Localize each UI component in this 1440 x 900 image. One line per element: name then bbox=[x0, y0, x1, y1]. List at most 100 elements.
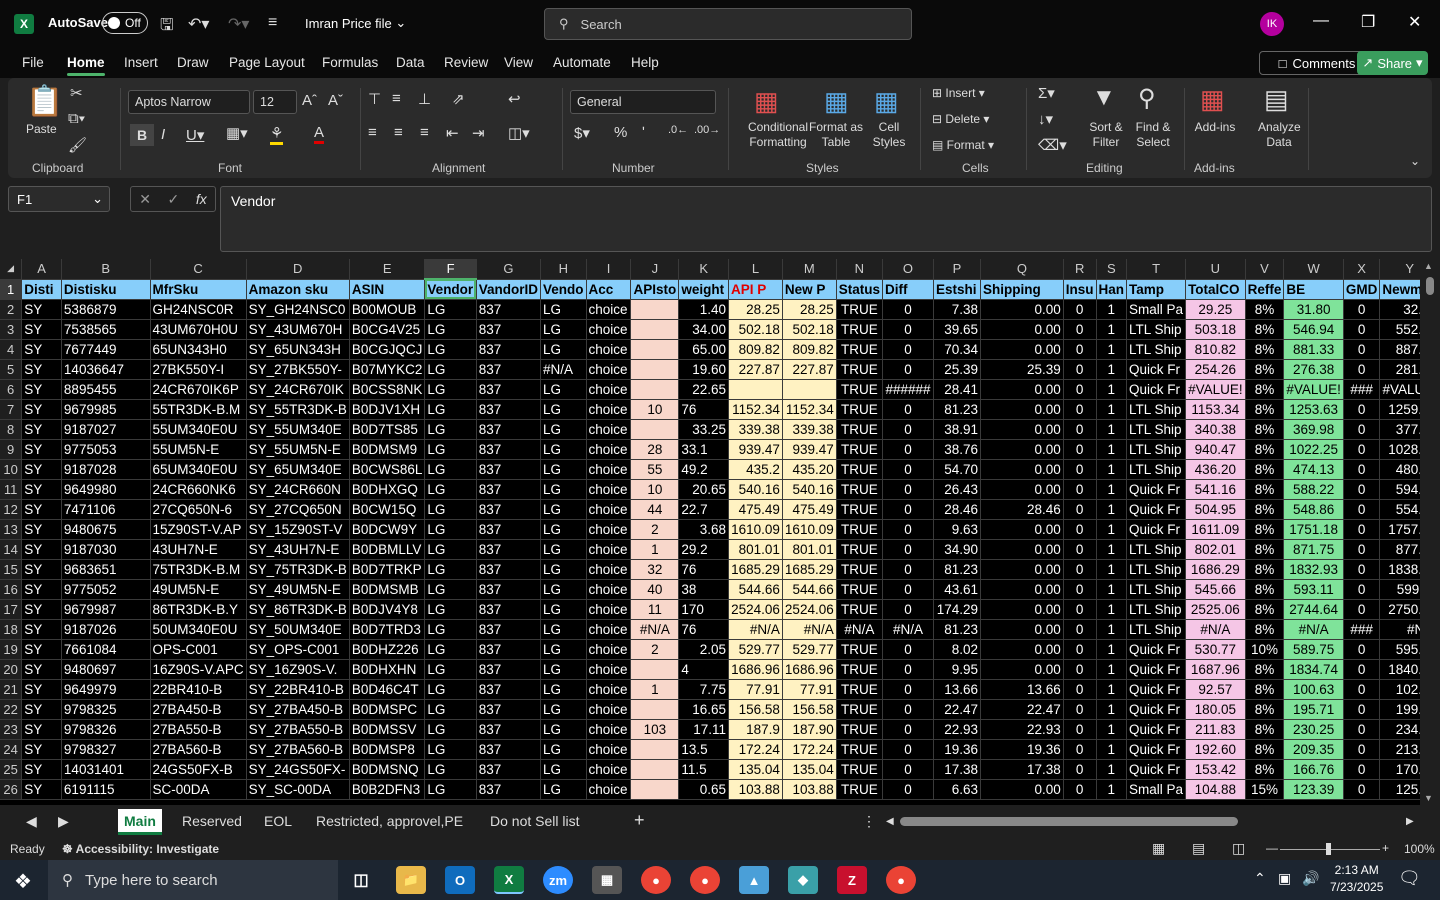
select-all-corner[interactable]: ◢ bbox=[0, 259, 23, 280]
cell[interactable]: 19.36 bbox=[933, 739, 982, 760]
cell[interactable]: LG bbox=[424, 539, 477, 560]
cell[interactable]: 837 bbox=[476, 479, 542, 500]
column-header[interactable]: B bbox=[61, 259, 151, 280]
cell[interactable]: LG bbox=[540, 619, 587, 640]
cell[interactable]: TRUE bbox=[836, 479, 884, 500]
cell[interactable]: 55UM5N-E bbox=[150, 439, 247, 460]
sheet-tab-restricted[interactable]: Restricted, approvel,PE bbox=[316, 813, 463, 829]
scroll-right-icon[interactable]: ▶ bbox=[1406, 816, 1414, 827]
cell[interactable]: 809.82 bbox=[782, 339, 837, 360]
cell[interactable]: B07MYKC2 bbox=[349, 359, 426, 380]
cell[interactable]: 211.83 bbox=[1185, 719, 1246, 740]
cell[interactable]: TRUE bbox=[836, 519, 884, 540]
cell[interactable]: 9.63 bbox=[933, 519, 982, 540]
cell[interactable]: 7.38 bbox=[933, 299, 982, 320]
cell[interactable]: B0DJV1XH bbox=[349, 399, 426, 420]
cell[interactable]: 8% bbox=[1245, 559, 1285, 580]
cell[interactable]: 38 bbox=[678, 579, 730, 600]
cell[interactable]: 837 bbox=[476, 439, 542, 460]
cell[interactable]: 0 bbox=[1343, 539, 1381, 560]
cell[interactable] bbox=[630, 359, 680, 380]
align-left-icon[interactable]: ≡ bbox=[368, 124, 377, 141]
cell[interactable]: 17.38 bbox=[933, 759, 982, 780]
cell[interactable] bbox=[728, 379, 783, 400]
column-header[interactable]: P bbox=[933, 259, 982, 280]
column-header[interactable]: W bbox=[1283, 259, 1344, 280]
cell[interactable]: TRUE bbox=[836, 299, 884, 320]
currency-icon[interactable]: $▾ bbox=[574, 124, 590, 142]
cell[interactable]: LG bbox=[540, 399, 587, 420]
cell[interactable]: SY_27CQ650N bbox=[246, 499, 350, 520]
cell[interactable]: 6.63 bbox=[933, 779, 982, 800]
cell[interactable]: LTL Ship bbox=[1126, 539, 1187, 560]
cell[interactable]: 881.33 bbox=[1283, 339, 1344, 360]
cell[interactable]: SY_86TR3DK-B bbox=[246, 599, 350, 620]
cell[interactable]: 76 bbox=[678, 399, 730, 420]
cell[interactable]: SY_55UM340E bbox=[246, 419, 350, 440]
cell[interactable]: 76 bbox=[678, 559, 730, 580]
cell[interactable]: LG bbox=[424, 499, 477, 520]
align-bottom-icon[interactable]: ⊥ bbox=[418, 90, 431, 108]
cell[interactable]: 0 bbox=[1063, 439, 1097, 460]
row-header[interactable]: 21 bbox=[0, 679, 23, 700]
cell[interactable]: LG bbox=[540, 739, 587, 760]
cell[interactable]: SY_55TR3DK-B bbox=[246, 399, 350, 420]
cell[interactable]: 837 bbox=[476, 759, 542, 780]
cell[interactable]: 837 bbox=[476, 779, 542, 800]
cell[interactable]: 939.47 bbox=[782, 439, 837, 460]
cell[interactable]: 22.47 bbox=[933, 699, 982, 720]
cell[interactable]: 8% bbox=[1245, 299, 1285, 320]
cell[interactable]: SY_43UM670H bbox=[246, 319, 350, 340]
cell[interactable]: 2744.64 bbox=[1283, 599, 1344, 620]
cell[interactable]: LG bbox=[424, 339, 477, 360]
cell[interactable]: SY_75TR3DK-B bbox=[246, 559, 350, 580]
cell[interactable]: 0 bbox=[1063, 779, 1097, 800]
insert-function-icon[interactable]: fx bbox=[196, 191, 207, 207]
maximize-icon[interactable]: ❐ bbox=[1361, 12, 1375, 32]
font-size-select[interactable]: 12 bbox=[253, 90, 297, 114]
cell[interactable]: 1 bbox=[1096, 579, 1128, 600]
cell[interactable]: SY bbox=[21, 499, 62, 520]
cell[interactable]: 0 bbox=[1063, 399, 1097, 420]
cell[interactable]: 837 bbox=[476, 359, 542, 380]
cell[interactable]: 0 bbox=[1063, 479, 1097, 500]
cell[interactable]: 0 bbox=[1343, 559, 1381, 580]
cell[interactable]: 0 bbox=[1343, 719, 1381, 740]
excel-taskbar-icon[interactable]: X bbox=[494, 866, 524, 894]
cell[interactable]: 38.76 bbox=[933, 439, 982, 460]
cell[interactable]: LG bbox=[540, 339, 587, 360]
cell[interactable]: 0 bbox=[1063, 639, 1097, 660]
column-header[interactable]: R bbox=[1063, 259, 1097, 280]
cell[interactable]: SC-00DA bbox=[150, 779, 247, 800]
scroll-up-icon[interactable]: ▲ bbox=[1424, 261, 1433, 271]
cell[interactable]: LG bbox=[424, 359, 477, 380]
menu-formulas[interactable]: Formulas bbox=[322, 55, 378, 70]
cell[interactable]: LG bbox=[424, 399, 477, 420]
cell[interactable]: choice bbox=[586, 699, 632, 720]
cell[interactable]: 502.18 bbox=[728, 319, 783, 340]
cell[interactable]: 369.98 bbox=[1283, 419, 1344, 440]
header-cell[interactable]: ASIN bbox=[349, 279, 426, 300]
cell[interactable]: TRUE bbox=[836, 359, 884, 380]
column-header[interactable]: K bbox=[678, 259, 730, 280]
cell[interactable]: SY bbox=[21, 459, 62, 480]
menu-data[interactable]: Data bbox=[396, 55, 425, 70]
cell[interactable]: 1 bbox=[630, 679, 680, 700]
cell[interactable]: #VALUE! bbox=[1185, 379, 1246, 400]
cell[interactable]: 546.94 bbox=[1283, 319, 1344, 340]
cell[interactable]: Quick Fr bbox=[1126, 479, 1187, 500]
cell[interactable]: 435.20 bbox=[782, 459, 837, 480]
column-header[interactable]: U bbox=[1185, 259, 1246, 280]
cell[interactable]: 76 bbox=[678, 619, 730, 640]
cell[interactable]: 0 bbox=[882, 479, 934, 500]
taskbar-search[interactable]: ⚲ Type here to search bbox=[48, 860, 338, 900]
cell[interactable]: 0 bbox=[882, 299, 934, 320]
cell[interactable]: SY_SC-00DA bbox=[246, 779, 350, 800]
cell[interactable]: 123.39 bbox=[1283, 779, 1344, 800]
cell[interactable]: 1153.34 bbox=[1185, 399, 1246, 420]
cell[interactable]: LG bbox=[424, 479, 477, 500]
cell[interactable]: 9187030 bbox=[61, 539, 151, 560]
cell[interactable] bbox=[630, 699, 680, 720]
cell[interactable]: 103 bbox=[630, 719, 680, 740]
cell[interactable]: SY_24CR660N bbox=[246, 479, 350, 500]
